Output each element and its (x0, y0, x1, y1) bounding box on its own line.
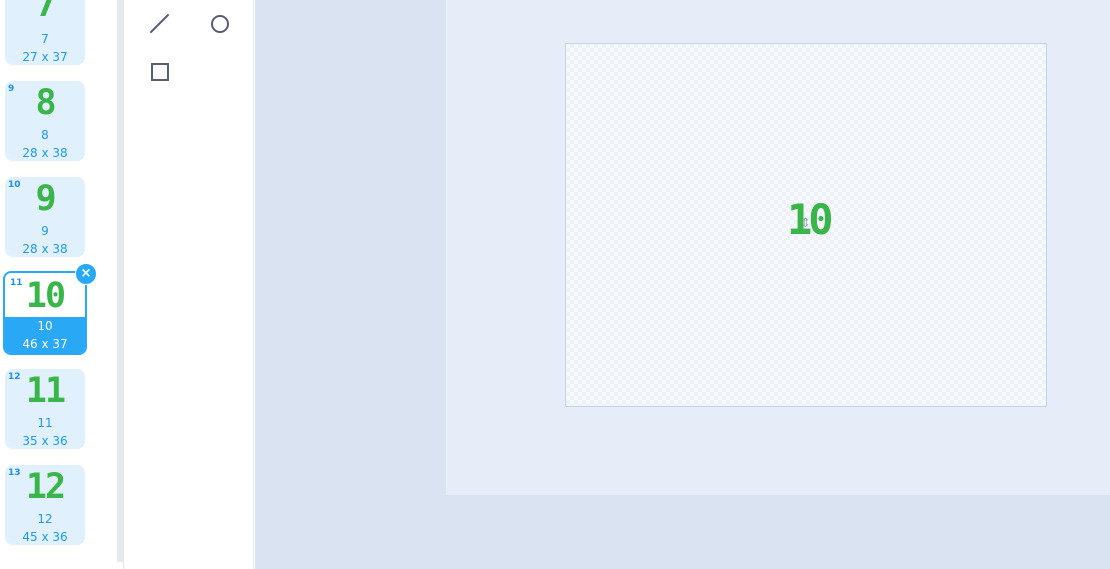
costume-size: 27 x 37 (22, 50, 68, 64)
costume-tile-9[interactable]: 10 9 9 28 x 38 (5, 177, 85, 257)
costume-name: 8 (41, 128, 49, 142)
circle-tool[interactable] (205, 9, 235, 39)
costume-thumbnail: 12 (25, 467, 66, 507)
rectangle-tool[interactable] (145, 57, 175, 87)
costume-size: 45 x 36 (22, 530, 68, 544)
costume-name: 11 (37, 416, 53, 430)
costume-name: 9 (41, 224, 49, 238)
rotation-center-icon[interactable]: ⇕ (800, 216, 811, 231)
paint-canvas-area[interactable]: 10 ⇕ (255, 0, 1110, 569)
costume-tile-11[interactable]: 12 11 11 35 x 36 (5, 369, 85, 449)
costume-tile-7[interactable]: 7 7 27 x 37 (5, 0, 85, 65)
line-tool[interactable] (145, 9, 175, 39)
costume-name: 10 (37, 319, 53, 333)
costume-tile-10-selected[interactable]: 11 10 10 46 x 37 (3, 271, 87, 355)
costume-size: 28 x 38 (22, 242, 68, 256)
costume-size: 28 x 38 (22, 146, 68, 160)
costume-size: 35 x 36 (22, 434, 68, 448)
drawing-canvas[interactable]: 10 ⇕ (565, 43, 1047, 407)
costume-list[interactable]: 7 7 27 x 37 9 8 8 28 x 38 10 9 9 28 x 38… (0, 0, 117, 569)
costume-thumbnail: 9 (35, 179, 56, 219)
tools-panel (123, 0, 254, 569)
rectangle-icon (151, 63, 169, 81)
costume-thumbnail: 10 (25, 276, 66, 316)
costume-thumbnail: 7 (35, 0, 56, 25)
costume-name: 12 (37, 512, 53, 526)
costume-tile-8[interactable]: 9 8 8 28 x 38 (5, 81, 85, 161)
costume-size: 46 x 37 (22, 337, 68, 351)
delete-costume-icon[interactable]: × (75, 263, 97, 285)
costume-thumbnail: 8 (35, 83, 56, 123)
costume-thumbnail: 11 (25, 371, 66, 411)
costume-tile-12[interactable]: 13 12 12 45 x 36 (5, 465, 85, 545)
circle-icon (211, 15, 229, 33)
line-icon (150, 14, 169, 33)
costume-name: 7 (41, 32, 49, 46)
